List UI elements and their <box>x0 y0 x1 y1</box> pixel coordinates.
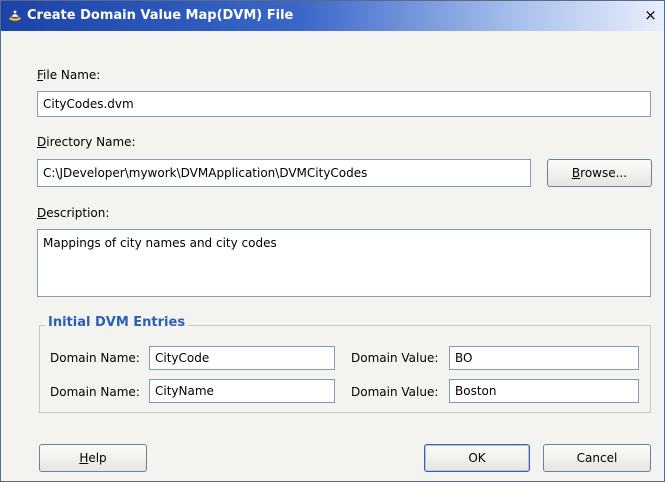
domain-value-input[interactable]: BO <box>449 346 639 370</box>
domain-value-label: Domain Value: <box>351 385 439 399</box>
ok-button[interactable]: OK <box>424 444 530 472</box>
directory-name-input[interactable]: C:\JDeveloper\mywork\DVMApplication\DVMC… <box>37 159 531 187</box>
description-label: Description: <box>37 206 109 220</box>
cancel-button[interactable]: Cancel <box>543 444 651 472</box>
dialog-title: Create Domain Value Map(DVM) File <box>27 8 294 23</box>
jdeveloper-app-icon <box>8 10 22 22</box>
file-name-input[interactable]: CityCodes.dvm <box>37 91 651 117</box>
description-label-text: escription: <box>46 206 110 220</box>
domain-name-input[interactable]: CityCode <box>149 346 335 370</box>
create-dvm-dialog: Create Domain Value Map(DVM) File × File… <box>0 0 665 482</box>
title-bar[interactable]: Create Domain Value Map(DVM) File × <box>1 1 664 31</box>
domain-name-label: Domain Name: <box>50 385 140 399</box>
group-title: Initial DVM Entries <box>45 315 189 331</box>
browse-mnemonic: B <box>571 166 581 180</box>
domain-name-label: Domain Name: <box>50 351 140 365</box>
file-name-label-text: ile Name: <box>43 68 101 82</box>
directory-label-text: irectory Name: <box>46 135 136 149</box>
domain-name-input[interactable]: CityName <box>149 379 335 403</box>
description-textarea[interactable]: Mappings of city names and city codes <box>37 229 651 297</box>
help-label: elp <box>88 451 107 465</box>
directory-name-label: Directory Name: <box>37 135 136 149</box>
browse-button[interactable]: Browse... <box>547 159 652 187</box>
file-name-label: File Name: <box>37 68 100 82</box>
directory-mnemonic: D <box>37 135 47 149</box>
browse-label: rowse... <box>580 166 628 180</box>
domain-value-label: Domain Value: <box>351 351 439 365</box>
domain-value-input[interactable]: Boston <box>449 379 639 403</box>
close-icon[interactable]: × <box>643 8 658 23</box>
help-button[interactable]: Help <box>39 444 147 472</box>
description-mnemonic: D <box>37 206 47 220</box>
help-mnemonic: H <box>79 451 89 465</box>
